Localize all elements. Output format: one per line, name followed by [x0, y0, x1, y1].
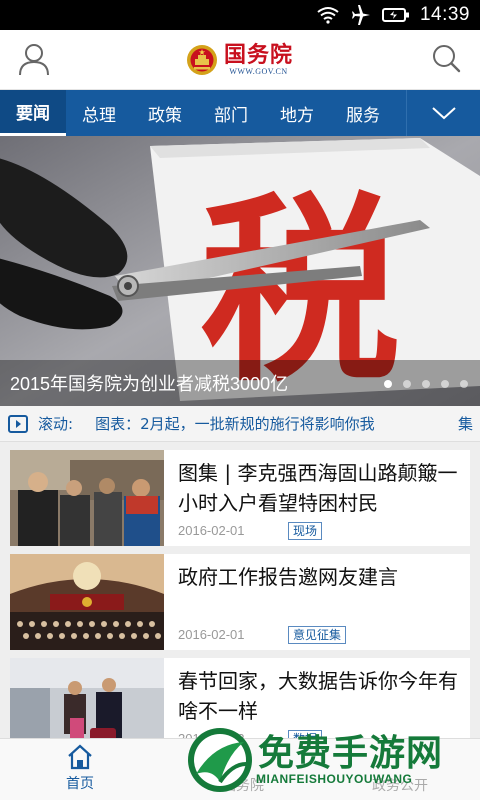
- carousel-dot[interactable]: [441, 380, 449, 388]
- watermark-logo-icon: [188, 728, 252, 792]
- ticker-text[interactable]: 图表：2月起，一批新规的施行将影响你我: [95, 413, 375, 434]
- tab-policy[interactable]: 政策: [132, 90, 198, 136]
- hero-caption: 2015年国务院为创业者减税3000亿: [10, 374, 289, 394]
- carousel-dot[interactable]: [460, 380, 468, 388]
- airplane-icon: [350, 5, 372, 25]
- tab-home-label: 首页: [66, 776, 94, 792]
- news-ticker[interactable]: 滚动: 图表：2月起，一批新规的施行将影响你我 集: [0, 406, 480, 442]
- logo-subtitle: WWW.GOV.CN: [229, 67, 288, 76]
- ticker-next-text: 集: [458, 415, 474, 433]
- news-thumbnail: [10, 450, 164, 546]
- news-thumbnail: [10, 554, 164, 650]
- tab-services[interactable]: 服务: [330, 90, 396, 136]
- news-feed: 图集 | 李克强西海固山路颠簸一小时入户看望特困村民 2016-02-01 现场…: [0, 442, 480, 738]
- app-header: 国务院 WWW.GOV.CN: [0, 30, 480, 90]
- home-icon: [68, 744, 92, 770]
- tab-local[interactable]: 地方: [264, 90, 330, 136]
- news-tag[interactable]: 现场: [288, 522, 323, 540]
- news-date: 2016-02-01: [178, 627, 245, 642]
- news-date: 2016-02-01: [178, 523, 245, 538]
- carousel-dot[interactable]: [403, 380, 411, 388]
- news-title: 春节回家，大数据告诉你今年有啥不一样: [178, 669, 458, 723]
- news-card[interactable]: 图集 | 李克强西海固山路颠簸一小时入户看望特困村民 2016-02-01 现场: [10, 450, 470, 546]
- tab-departments[interactable]: 部门: [198, 90, 264, 136]
- news-tag[interactable]: 意见征集: [288, 626, 347, 644]
- watermark-text: 免费手游网: [258, 733, 444, 774]
- search-icon[interactable]: [430, 42, 462, 76]
- chevron-down-icon[interactable]: [406, 90, 480, 136]
- carousel-dot[interactable]: [422, 380, 430, 388]
- status-time: 14:39: [419, 4, 470, 25]
- user-icon[interactable]: [18, 42, 50, 76]
- news-title: 政府工作报告邀网友建言: [178, 565, 398, 589]
- watermark-subtext: MIANFEISHOUYOUWANG: [256, 772, 413, 786]
- tab-news[interactable]: 要闻: [0, 90, 66, 136]
- tab-premier[interactable]: 总理: [66, 90, 132, 136]
- news-title: 图集 | 李克强西海固山路颠簸一小时入户看望特困村民: [178, 461, 458, 515]
- news-thumbnail: [10, 658, 164, 738]
- scroll-news-icon: [8, 414, 28, 433]
- category-nav: 要闻 总理 政策 部门 地方 服务: [0, 90, 480, 136]
- site-watermark: 免费手游网 MIANFEISHOUYOUWANG: [180, 720, 480, 800]
- tab-home[interactable]: 首页: [48, 743, 112, 799]
- carousel-dot[interactable]: [384, 380, 392, 388]
- battery-icon: [381, 7, 410, 23]
- ticker-label: 滚动:: [38, 415, 74, 433]
- gov-logo: 国务院 WWW.GOV.CN: [186, 40, 293, 80]
- hero-carousel[interactable]: 税 2015年国务院为创业者减税3000亿: [0, 136, 480, 406]
- status-bar: 14:39: [0, 0, 480, 30]
- news-card[interactable]: 政府工作报告邀网友建言 2016-02-01 意见征集: [10, 554, 470, 650]
- logo-title: 国务院: [224, 42, 294, 68]
- wifi-icon: [316, 6, 340, 24]
- carousel-dots: [384, 380, 468, 388]
- national-emblem-icon: [187, 45, 217, 75]
